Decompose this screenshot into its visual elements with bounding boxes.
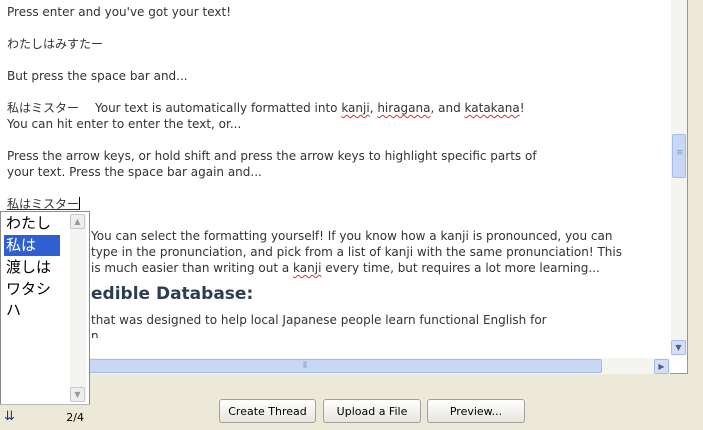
- scroll-down-arrow-icon[interactable]: ▼: [70, 387, 85, 402]
- ime-candidate-selected[interactable]: 私は: [4, 235, 60, 256]
- misspelled-word: kanji: [293, 261, 322, 275]
- ime-candidate-window[interactable]: わたしは 私は 渡しは ワタシハ ▲ ▼: [0, 211, 90, 430]
- text-fragment: Your text is automatically formatted int…: [95, 101, 342, 115]
- text-fragment: every time, but requires a lot more lear…: [321, 261, 600, 275]
- text-caret: [79, 197, 81, 210]
- create-thread-button[interactable]: Create Thread: [219, 399, 316, 423]
- horizontal-scrollbar[interactable]: ⦀ ▶: [0, 358, 670, 374]
- database-paragraph: that was designed to help local Japanese…: [91, 312, 659, 338]
- text-line: that was designed to help local Japanese…: [91, 313, 547, 327]
- editor-text-area[interactable]: Press enter and you've got your text! わた…: [7, 4, 659, 356]
- text-line: Press enter and you've got your text!: [7, 5, 232, 19]
- scroll-right-arrow-icon[interactable]: ▶: [654, 359, 669, 374]
- ime-candidate[interactable]: 渡しは: [4, 257, 60, 278]
- ime-list-icon[interactable]: ⇊: [4, 409, 20, 425]
- misspelled-word: hiragana: [377, 101, 431, 115]
- text-line: You can select the formatting yourself! …: [91, 229, 613, 243]
- scroll-down-arrow-icon[interactable]: ▼: [671, 340, 686, 355]
- kanji-sample: 私はミスター: [7, 101, 80, 115]
- text-line: You can hit enter to enter the text, or.…: [7, 117, 242, 131]
- ime-candidate[interactable]: わたしは: [4, 213, 60, 253]
- text-fragment: , and: [430, 101, 465, 115]
- grip-icon: ≡: [676, 148, 684, 158]
- ime-composition-text: 私はミスター: [7, 197, 80, 211]
- text-fragment: !: [519, 101, 525, 115]
- misspelled-word: katakana: [464, 101, 520, 115]
- auto-format-paragraph: 私はミスター Your text is automatically formatt…: [7, 100, 659, 132]
- text-line: Press the arrow keys, or hold shift and …: [7, 149, 537, 163]
- hiragana-sample: わたしはみすたー: [7, 37, 104, 51]
- text-fragment: n: [91, 329, 99, 338]
- text-fragment: is much easier than writing out a: [91, 261, 294, 275]
- misspelled-word: kanji: [341, 101, 370, 115]
- vertical-scroll-thumb[interactable]: ≡: [672, 134, 686, 178]
- upload-file-button[interactable]: Upload a File: [323, 399, 421, 423]
- text-line: type in the pronunciation, and pick from…: [91, 245, 622, 259]
- vertical-scrollbar[interactable]: ≡ ▼: [671, 0, 687, 356]
- arrow-keys-paragraph: Press the arrow keys, or hold shift and …: [7, 148, 659, 180]
- clipped-line: n: [91, 328, 659, 338]
- ime-footer: ⇊ 2/4: [0, 404, 90, 430]
- selection-paragraph: You can select the formatting yourself! …: [91, 228, 659, 276]
- text-line: your text. Press the space bar again and…: [7, 165, 262, 179]
- ime-candidate[interactable]: ワタシハ: [4, 279, 60, 319]
- grip-icon: ⦀: [303, 361, 307, 371]
- ime-scrollbar[interactable]: ▲ ▼: [70, 214, 86, 402]
- scroll-up-arrow-icon[interactable]: ▲: [70, 214, 85, 229]
- ime-composition-line: 私はミスター: [7, 196, 659, 212]
- ime-candidate-counter: 2/4: [66, 411, 84, 424]
- horizontal-scroll-thumb[interactable]: ⦀: [16, 359, 602, 373]
- text-line: But press the space bar and...: [7, 69, 188, 83]
- preview-button[interactable]: Preview...: [427, 399, 525, 423]
- database-heading: edible Database:: [91, 284, 254, 304]
- message-editor[interactable]: Press enter and you've got your text! わた…: [0, 0, 688, 374]
